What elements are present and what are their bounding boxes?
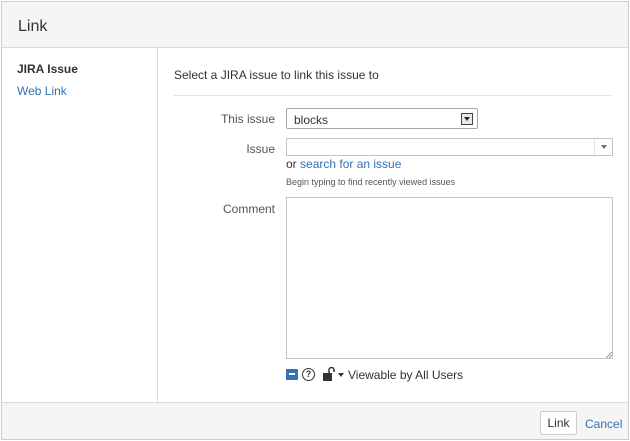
- this-issue-label: This issue: [220, 112, 275, 126]
- or-text: or: [286, 157, 297, 171]
- divider: [174, 95, 612, 96]
- dialog-footer: Link Cancel: [2, 402, 628, 439]
- issue-hint: Begin typing to find recently viewed iss…: [286, 177, 456, 187]
- issue-picker[interactable]: [286, 138, 613, 156]
- main-content: Select a JIRA issue to link this issue t…: [159, 48, 628, 402]
- issue-input[interactable]: [287, 139, 587, 155]
- wiki-markup-icon[interactable]: [286, 369, 298, 380]
- issue-label: Issue: [246, 142, 275, 156]
- caret-down-icon[interactable]: [338, 373, 344, 377]
- sidebar: JIRA Issue Web Link: [2, 48, 158, 402]
- sidebar-item-web-link[interactable]: Web Link: [17, 84, 67, 98]
- comment-textarea[interactable]: [286, 197, 613, 359]
- search-issue-link[interactable]: search for an issue: [300, 157, 401, 171]
- comment-label: Comment: [222, 202, 275, 216]
- link-type-select[interactable]: blocks: [286, 108, 478, 129]
- dialog-header: Link: [2, 2, 628, 48]
- intro-text: Select a JIRA issue to link this issue t…: [174, 68, 379, 82]
- link-type-value: blocks: [294, 113, 329, 127]
- search-line: or search for an issue: [286, 157, 401, 171]
- link-dialog: Link JIRA Issue Web Link Select a JIRA i…: [1, 1, 629, 440]
- dialog-title: Link: [18, 18, 48, 35]
- cancel-link[interactable]: Cancel: [585, 417, 622, 431]
- unlock-icon[interactable]: [323, 367, 335, 381]
- link-button[interactable]: Link: [540, 411, 577, 435]
- sidebar-item-jira-issue[interactable]: JIRA Issue: [17, 62, 78, 76]
- visibility-selector[interactable]: Viewable by All Users: [348, 368, 463, 382]
- resize-grip-icon[interactable]: [606, 352, 612, 358]
- help-icon[interactable]: ?: [302, 368, 315, 381]
- chevron-down-icon[interactable]: [594, 139, 612, 155]
- comment-toolbar: ? Viewable by All Users: [286, 367, 616, 383]
- dropdown-arrow-icon[interactable]: [461, 113, 473, 125]
